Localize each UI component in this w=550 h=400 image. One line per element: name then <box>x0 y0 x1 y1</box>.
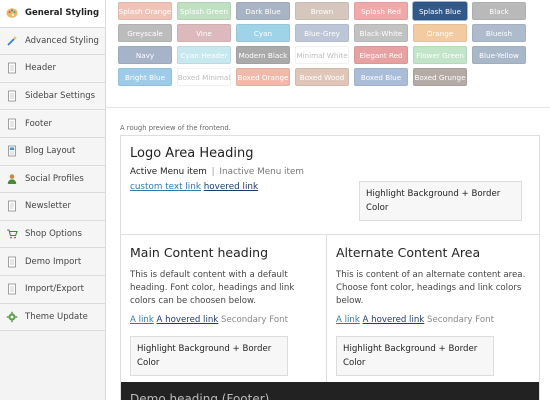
swatch-orange[interactable]: Orange <box>413 24 467 42</box>
main-highlight-box: Highlight Background + Border Color <box>130 336 288 376</box>
sidebar-item-general-styling[interactable]: General Styling <box>0 0 105 28</box>
custom-text-link[interactable]: custom text link <box>130 182 201 192</box>
main-hovered-link[interactable]: A hovered link <box>157 315 219 325</box>
sidebar-item-theme-update[interactable]: Theme Update <box>0 303 105 332</box>
swatch-bright-blue[interactable]: Bright Blue <box>118 68 172 86</box>
swatch-splash-blue[interactable]: Splash Blue <box>413 2 467 20</box>
alt-highlight-box: Highlight Background + Border Color <box>336 336 494 376</box>
main-content-heading: Main Content heading <box>130 245 269 260</box>
sidebar-item-header[interactable]: Header <box>0 55 105 83</box>
document-icon <box>6 118 18 130</box>
document-icon <box>6 283 18 295</box>
main-content-text: This is default content with a default h… <box>130 270 295 306</box>
magic-wand-icon <box>6 35 18 47</box>
swatch-black-white[interactable]: Black-White <box>354 24 408 42</box>
footer-heading: Demo heading (Footer) <box>130 392 270 400</box>
swatch-cyan-header[interactable]: Cyan Header <box>177 46 231 64</box>
alternate-content-text: This is content of an alternate content … <box>336 270 526 306</box>
alt-secondary-font: Secondary Font <box>427 315 494 325</box>
swatch-flower-green[interactable]: Flower Green <box>413 46 467 64</box>
sidebar-item-label: Shop Options <box>25 229 82 240</box>
settings-sidebar: General Styling Advanced Styling Header Sid… <box>0 0 106 400</box>
swatch-boxed-grunge[interactable]: Boxed Grunge <box>413 68 467 86</box>
swatch-dark-blue[interactable]: Dark Blue <box>236 2 290 20</box>
swatch-minimal-white[interactable]: Minimal White <box>295 46 349 64</box>
main-link[interactable]: A link <box>130 315 154 325</box>
sidebar-item-import-export[interactable]: Import/Export <box>0 275 105 304</box>
sidebar-item-label: Demo Import <box>25 256 82 267</box>
swatch-elegant-red[interactable]: Elegant Red <box>354 46 408 64</box>
swatch-blue-grey[interactable]: Blue-Grey <box>295 24 349 42</box>
swatch-boxed-blue[interactable]: Boxed Blue <box>354 68 408 86</box>
sidebar-item-label: Import/Export <box>25 284 84 295</box>
swatch-modern-black[interactable]: Modern Black <box>236 46 290 64</box>
sidebar-item-demo-import[interactable]: Demo Import <box>0 248 105 276</box>
sidebar-item-label: Blog Layout <box>25 146 76 157</box>
sidebar-item-blog-layout[interactable]: Blog Layout <box>0 137 105 166</box>
alternate-content-links: A link A hovered link Secondary Font <box>336 315 494 325</box>
sidebar-item-shop-options[interactable]: Shop Options <box>0 220 105 249</box>
frontend-preview: Logo Area Heading Active Menu item | Ina… <box>120 135 540 400</box>
swatch-brown[interactable]: Brown <box>295 2 349 20</box>
sidebar-item-sidebar-settings[interactable]: Sidebar Settings <box>0 82 105 111</box>
person-icon <box>6 173 18 185</box>
sidebar-item-label: Theme Update <box>25 311 88 322</box>
sidebar-item-social-profiles[interactable]: Social Profiles <box>0 165 105 194</box>
footer-preview: Demo heading (Footer) <box>121 382 539 400</box>
sidebar-item-label: Sidebar Settings <box>25 91 96 102</box>
swatch-splash-orange[interactable]: Splash Orange <box>118 2 172 20</box>
main-content-area: Main Content heading This is default con… <box>121 235 327 382</box>
menu-line: Active Menu item | Inactive Menu item <box>130 167 304 177</box>
sidebar-item-label: Header <box>25 63 56 74</box>
swatch-boxed-minimal[interactable]: Boxed Minimal <box>177 68 231 86</box>
swatch-navy[interactable]: Navy <box>118 46 172 64</box>
hovered-link[interactable]: hovered link <box>204 182 258 192</box>
swatch-blue-yellow[interactable]: Blue-Yellow <box>472 46 526 64</box>
menu-separator: | <box>211 167 215 177</box>
palette-icon <box>6 7 18 19</box>
main-secondary-font: Secondary Font <box>221 315 288 325</box>
alternate-content-area: Alternate Content Area This is content o… <box>327 235 539 382</box>
logo-area: Logo Area Heading Active Menu item | Ina… <box>121 136 539 235</box>
sidebar-item-footer[interactable]: Footer <box>0 110 105 138</box>
document-icon <box>6 256 18 268</box>
main-content-links: A link A hovered link Secondary Font <box>130 315 288 325</box>
alt-hovered-link[interactable]: A hovered link <box>363 315 425 325</box>
swatch-splash-green[interactable]: Splash Green <box>177 2 231 20</box>
sidebar-item-label: Footer <box>25 118 53 129</box>
swatch-boxed-orange[interactable]: Boxed Orange <box>236 68 290 86</box>
sidebar-item-label: Advanced Styling <box>25 35 99 46</box>
logo-area-heading: Logo Area Heading <box>130 146 254 161</box>
document-icon <box>6 90 18 102</box>
swatch-splash-red[interactable]: Splash Red <box>354 2 408 20</box>
swatch-black[interactable]: Black <box>472 2 526 20</box>
sidebar-item-label: Social Profiles <box>25 173 84 184</box>
sidebar-item-label: General Styling <box>25 8 100 19</box>
blog-icon <box>6 145 18 157</box>
main-panel: Splash Orange Splash Green Dark Blue Brown S… <box>106 0 550 400</box>
gear-icon <box>6 311 18 323</box>
active-menu-item[interactable]: Active Menu item <box>130 167 207 177</box>
swatch-cyan[interactable]: Cyan <box>236 24 290 42</box>
alternate-content-heading: Alternate Content Area <box>336 245 481 260</box>
envelope-icon <box>6 200 18 212</box>
swatch-blueish[interactable]: Blueish <box>472 24 526 42</box>
cart-icon <box>6 228 18 240</box>
document-icon <box>6 62 18 74</box>
inactive-menu-item[interactable]: Inactive Menu item <box>219 167 304 177</box>
swatch-vine[interactable]: Vine <box>177 24 231 42</box>
preview-note: A rough preview of the frontend. <box>120 124 231 132</box>
sidebar-item-advanced-styling[interactable]: Advanced Styling <box>0 27 105 56</box>
sidebar-item-newsletter[interactable]: Newsletter <box>0 193 105 221</box>
divider <box>106 107 550 108</box>
sidebar-item-label: Newsletter <box>25 201 71 212</box>
swatch-greyscale[interactable]: Greyscale <box>118 24 172 42</box>
highlight-box-top: Highlight Background + Border Color <box>359 181 522 221</box>
alt-link[interactable]: A link <box>336 315 360 325</box>
link-line: custom text link hovered link <box>130 182 258 192</box>
swatch-boxed-wood[interactable]: Boxed Wood <box>295 68 349 86</box>
